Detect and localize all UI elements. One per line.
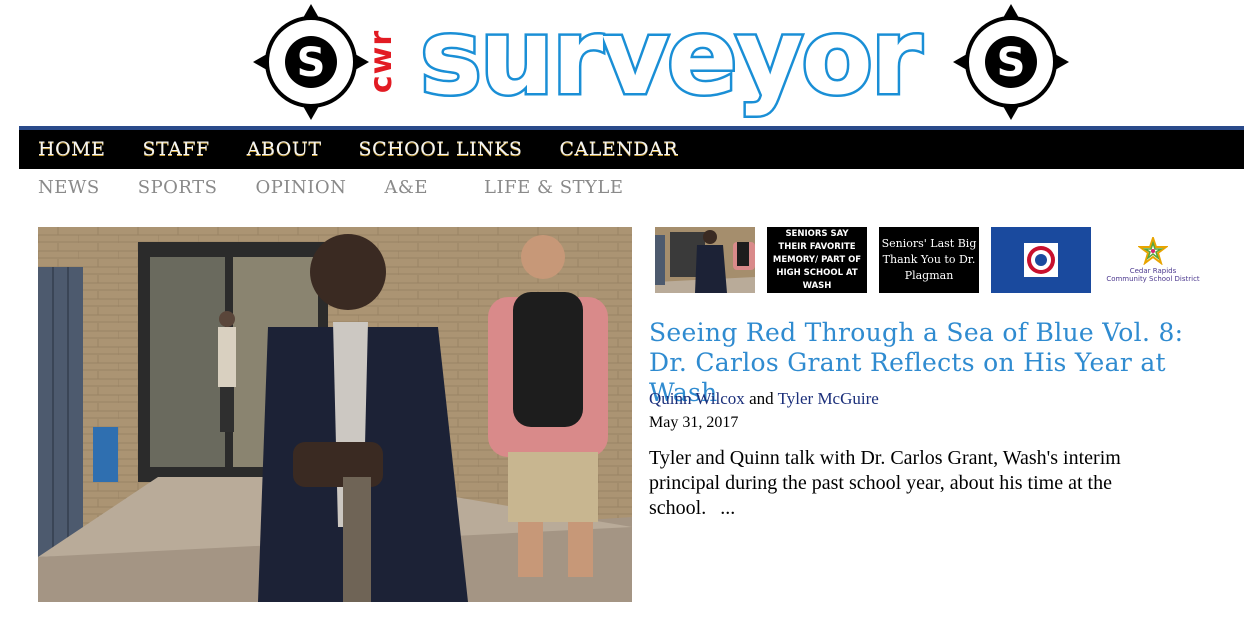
thumbnail-ccsd[interactable]: Cedar Rapids Community School District <box>1103 227 1203 293</box>
article-byline: Quinn Wilcox and Tyler McGuire <box>649 389 879 409</box>
ccsd-caption: Cedar Rapids Community School District <box>1106 267 1199 283</box>
ccsd-caption-line2: Community School District <box>1106 275 1200 283</box>
author-link-tyler-mcguire[interactable]: Tyler McGuire <box>778 389 879 408</box>
thumbnail-plagman[interactable]: Seniors' Last Big Thank You to Dr. Plagm… <box>879 227 979 293</box>
section-opinion[interactable]: OPINION <box>256 175 347 201</box>
article-excerpt: Tyler and Quinn talk with Dr. Carlos Gra… <box>649 446 1189 521</box>
section-life-style[interactable]: LIFE & STYLE <box>484 175 623 201</box>
school-logo-icon <box>1024 243 1058 277</box>
brand-prefix-text: cwr <box>364 29 400 94</box>
masthead[interactable]: S cwr surveyor S <box>0 0 1258 126</box>
byline-conjunction: and <box>749 389 774 408</box>
read-more-link[interactable]: ... <box>720 497 735 519</box>
compass-letter: S <box>997 40 1026 86</box>
section-nav: NEWS SPORTS OPINION A&E LIFE & STYLE <box>38 175 624 203</box>
thumbnail-seniors-memory[interactable]: SENIORS SAY THEIR FAVORITE MEMORY/ PART … <box>767 227 867 293</box>
thumbnail-hallway[interactable] <box>655 227 755 293</box>
brand-prefix: cwr <box>364 10 418 110</box>
author-link-quinn-wilcox[interactable]: Quinn Wilcox <box>649 389 745 408</box>
nav-home[interactable]: HOME <box>38 130 105 169</box>
section-sports[interactable]: SPORTS <box>138 175 218 201</box>
thumbnail-hallway-image <box>655 227 755 293</box>
nav-about[interactable]: ABOUT <box>247 130 322 169</box>
section-ae[interactable]: A&E <box>384 175 428 201</box>
ccsd-caption-line1: Cedar Rapids <box>1129 267 1177 275</box>
nav-staff[interactable]: STAFF <box>142 130 209 169</box>
site-title[interactable]: surveyor <box>417 0 924 122</box>
hallway-photo-illustration <box>38 227 632 602</box>
ccsd-star-logo-icon <box>1138 237 1168 265</box>
thumbnail-plagman-text: Seniors' Last Big Thank You to Dr. Plagm… <box>881 237 977 282</box>
nav-calendar[interactable]: CALENDAR <box>559 130 678 169</box>
compass-logo-icon: S <box>953 4 1069 120</box>
thumbnail-seniors-memory-text: SENIORS SAY THEIR FAVORITE MEMORY/ PART … <box>772 228 862 291</box>
thumbnail-strip: SENIORS SAY THEIR FAVORITE MEMORY/ PART … <box>655 227 1203 293</box>
compass-logo-icon: S <box>253 4 369 120</box>
feature-photo[interactable] <box>38 227 632 602</box>
compass-letter: S <box>297 40 326 86</box>
nav-school-links[interactable]: SCHOOL LINKS <box>359 130 523 169</box>
primary-nav: HOME STAFF ABOUT SCHOOL LINKS CALENDAR <box>19 126 1244 169</box>
article-date: May 31, 2017 <box>649 414 739 431</box>
section-news[interactable]: NEWS <box>38 175 100 201</box>
thumbnail-school-logo[interactable] <box>991 227 1091 293</box>
